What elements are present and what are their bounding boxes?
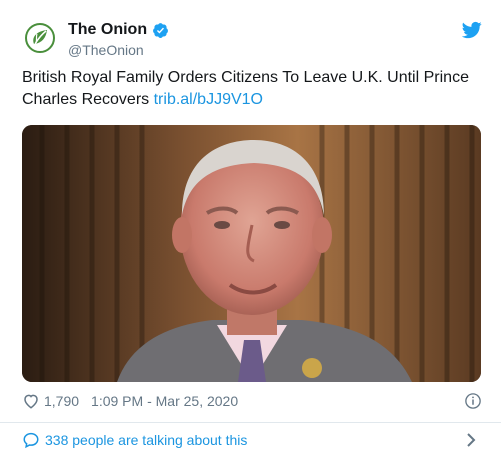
tweet-header: The Onion @TheOnion [22,20,482,60]
tweet-meta: 1,790 1:09 PM - Mar 25, 2020 [22,390,482,412]
tweet-link[interactable]: trib.al/bJJ9V1O [154,91,263,108]
account-handle[interactable]: @TheOnion [68,41,169,59]
chevron-right-icon[interactable] [464,432,478,448]
conversation-link[interactable]: 338 people are talking about this [22,430,482,450]
like-button[interactable]: 1,790 [22,392,79,410]
portrait-photo [22,125,481,382]
twitter-bird-icon[interactable] [462,20,482,40]
heart-icon[interactable] [22,392,40,410]
conversation-text[interactable]: 338 people are talking about this [45,432,247,448]
info-icon[interactable] [464,392,482,410]
name-block: The Onion @TheOnion [68,20,169,59]
tweet-timestamp[interactable]: 1:09 PM - Mar 25, 2020 [91,393,238,409]
like-count[interactable]: 1,790 [44,393,79,409]
speech-bubble-icon [22,431,40,449]
onion-logo-icon [25,23,55,53]
verified-badge-icon [153,22,169,38]
avatar[interactable] [22,20,58,56]
display-name-text[interactable]: The Onion [68,20,147,40]
tweet-media-photo[interactable] [22,125,481,382]
tweet-card: The Onion @TheOnion British Royal Family… [0,0,501,456]
divider [0,422,501,423]
display-name[interactable]: The Onion [68,20,169,40]
tweet-text: British Royal Family Orders Citizens To … [22,67,482,111]
